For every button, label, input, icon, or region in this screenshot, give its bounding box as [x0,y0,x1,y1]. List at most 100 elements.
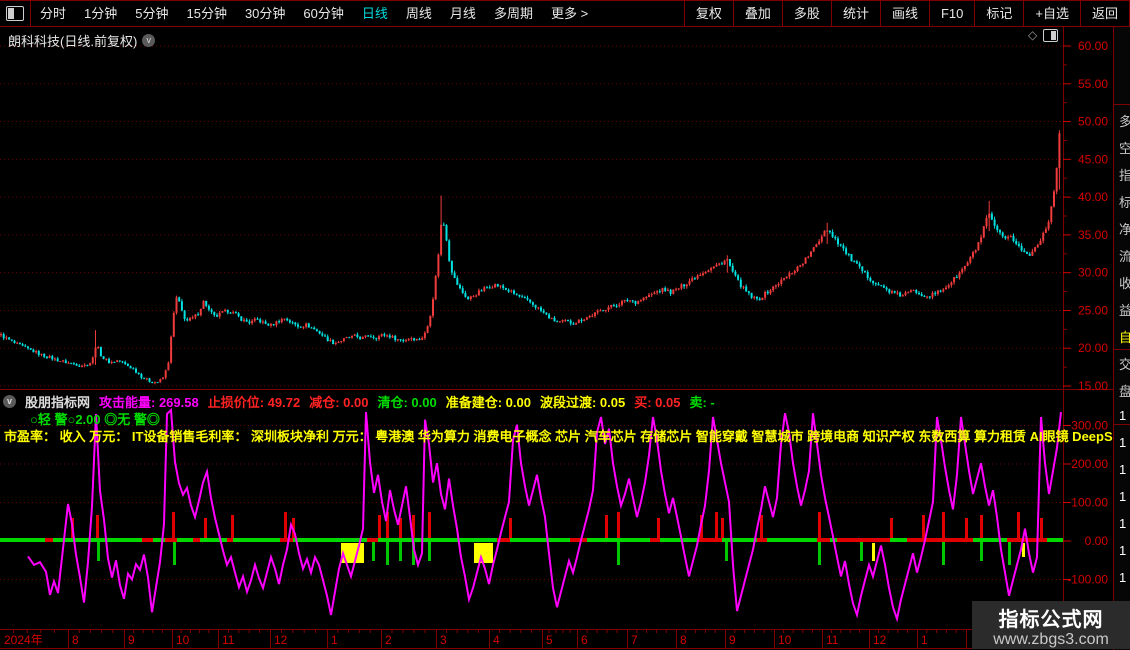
candlestick-series [0,130,1061,385]
indicator-status-item: 清仓: 0.00 [377,395,437,410]
toolbar-tool-item[interactable]: F10 [928,1,974,26]
x-axis-month-label: 7 [631,633,638,647]
top-toolbar: 分时 1分钟 5分钟 15分钟 30分钟 60分钟 日线 周线 月线 多周期 更多 > 复权 叠加 多股… [0,1,1130,27]
toolbar-tool-item[interactable]: 标记 [974,1,1023,26]
toolbar-period-item[interactable]: 60分钟 [294,1,352,26]
toolbar-period-item[interactable]: 周线 [397,1,441,26]
price-axis-label: 55.00 [1078,77,1108,91]
panel-toggle-icon[interactable] [1043,28,1059,42]
x-axis-month-label: 1 [331,633,338,647]
cropped-glyph: 1 [1119,516,1127,531]
toolbar-tool-item[interactable]: +自选 [1023,1,1080,26]
toolbar-period-item[interactable]: 更多 > [542,1,597,26]
toolbar-period-item[interactable]: 多周期 [485,1,542,26]
price-axis-label: 45.00 [1078,152,1108,166]
x-axis-month-label: 3 [440,633,447,647]
period-menu: 分时 1分钟 5分钟 15分钟 30分钟 60分钟 日线 周线 月线 多周期 更多 > [31,1,597,26]
cropped-glyph: 收 [1119,273,1130,292]
x-axis-year-label: 2024年 [4,633,43,647]
x-axis-month-label: 12 [274,633,288,647]
strip-divider [1114,424,1130,425]
cropped-glyph: 净 [1119,219,1130,238]
price-axis-label: 25.00 [1078,303,1108,317]
cropped-glyph: 指 [1119,165,1130,184]
toolbar-period-item[interactable]: 15分钟 [177,1,235,26]
toolbar-tool-item[interactable]: 画线 [879,1,929,26]
cropped-glyph: 益 [1119,300,1130,319]
cropped-glyph: 标 [1119,192,1130,211]
price-axis-label: 50.00 [1078,115,1108,129]
x-axis-month-label: 11 [826,633,839,647]
indicator-zero-line [0,538,1063,542]
cropped-glyph: 自 [1119,327,1130,346]
x-axis-month-label: 8 [72,633,79,647]
x-axis-month-label: 10 [176,633,190,647]
indicator-status-item: 卖: - [689,395,715,410]
x-axis-month-label: 9 [128,633,135,647]
toolbar-tool-item[interactable]: 复权 [683,1,733,26]
toolbar-tool-item[interactable]: 返回 [1079,1,1130,26]
watermark-url: www.zbgs3.com [993,631,1109,648]
x-axis-month-label: 12 [873,633,887,647]
strip-divider [1114,349,1130,350]
cropped-glyph: 1 [1119,543,1127,558]
toolbar-period-item[interactable]: 分时 [31,1,75,26]
indicator-status-item: 止损价位: 49.72 [207,395,301,410]
cropped-glyph: 1 [1119,435,1127,450]
cropped-glyph: 1 [1119,570,1127,585]
toolbar-tool-item[interactable]: 多股 [781,1,831,26]
toolbar-period-item[interactable]: 5分钟 [126,1,177,26]
toolbar-tool-item[interactable]: 统计 [830,1,880,26]
price-axis-label: 40.00 [1078,190,1108,204]
cropped-glyph: 1 [1119,489,1127,504]
cropped-glyph: 1 [1119,462,1127,477]
chevron-down-icon[interactable]: v [142,34,156,47]
indicator-concepts-line: 市盈率： 收入 万元： IT设备销售毛利率： 深圳板块净利 万元： 粤港澳 华为… [4,429,1130,444]
x-axis-month-label: 4 [493,633,500,647]
strip-divider [1114,104,1130,105]
indicator-status-item: 波段过渡: 0.05 [539,395,626,410]
chart-title: 朗科科技(日线.前复权) v [8,31,156,50]
indicator-axis-label: 0.00 [1085,534,1109,548]
x-axis-month-label: 1 [921,633,928,647]
cropped-quote-panel: 多空指标净流收益自交盘 1 1 1 1 1 1 1 [1113,27,1130,650]
layout-split-icon[interactable] [0,1,31,26]
chart-corner-icons: ◇ [1028,28,1059,42]
price-axis-label: 60.00 [1078,39,1108,53]
price-axis-label: 20.00 [1078,341,1108,355]
indicator-chevron-icon[interactable]: v [3,395,16,408]
price-axis-label: 35.00 [1078,228,1108,242]
x-axis-month-label: 10 [778,633,792,647]
x-axis-month-label: 11 [222,633,235,647]
cropped-glyph: 多 [1119,111,1130,130]
chart-graphics: 60.0055.0050.0045.0040.0035.0030.0025.00… [0,27,1113,649]
cropped-glyph: 空 [1119,138,1130,157]
indicator-status-item: 准备建仓: 0.00 [445,395,531,410]
price-axis-label: 30.00 [1078,266,1108,280]
main-price-grid: 60.00 55.00 50.00 45.00 40.00 35.00 30.00 25.00… [0,39,1108,393]
toolbar-period-item[interactable]: 1分钟 [75,1,126,26]
toolbar-period-item[interactable]: 日线 [353,1,397,26]
x-axis-month-label: 6 [581,633,588,647]
cropped-glyph: 盘 [1119,381,1130,400]
indicator-status-item: 减仓: 0.00 [309,395,369,410]
cropped-glyph: 1 [1119,408,1127,423]
indicator-axis-label: 100.00 [1071,496,1108,510]
indicator-status-item: 买: 0.05 [634,395,681,410]
indicator-axis-label: 200.00 [1071,457,1108,471]
toolbar-period-item[interactable]: 月线 [441,1,485,26]
cropped-glyph: 流 [1119,246,1130,265]
diamond-icon[interactable]: ◇ [1028,28,1037,42]
watermark: 指标公式网 www.zbgs3.com [972,601,1130,649]
toolbar-tool-item[interactable]: 叠加 [732,1,782,26]
cropped-glyph: 交 [1119,354,1130,373]
trading-app-window: 分时 1分钟 5分钟 15分钟 30分钟 60分钟 日线 周线 月线 多周期 更多 > 复权 叠加 多股… [0,0,1130,650]
tools-menu: 复权 叠加 多股 统计 画线 F10 标记 +自选 返回 [683,1,1130,26]
stock-title-label: 朗科科技(日线.前复权) [8,34,138,49]
x-axis-month-label: 8 [680,633,687,647]
time-axis: 2024年 8 9 10 11 12 1 2 3 4 5 6 7 8 9 10 11 12 1 [4,630,1045,648]
x-axis-month-label: 5 [546,633,553,647]
x-axis-month-label: 9 [729,633,736,647]
indicator-axis-label: -100.00 [1067,573,1108,587]
toolbar-period-item[interactable]: 30分钟 [236,1,294,26]
